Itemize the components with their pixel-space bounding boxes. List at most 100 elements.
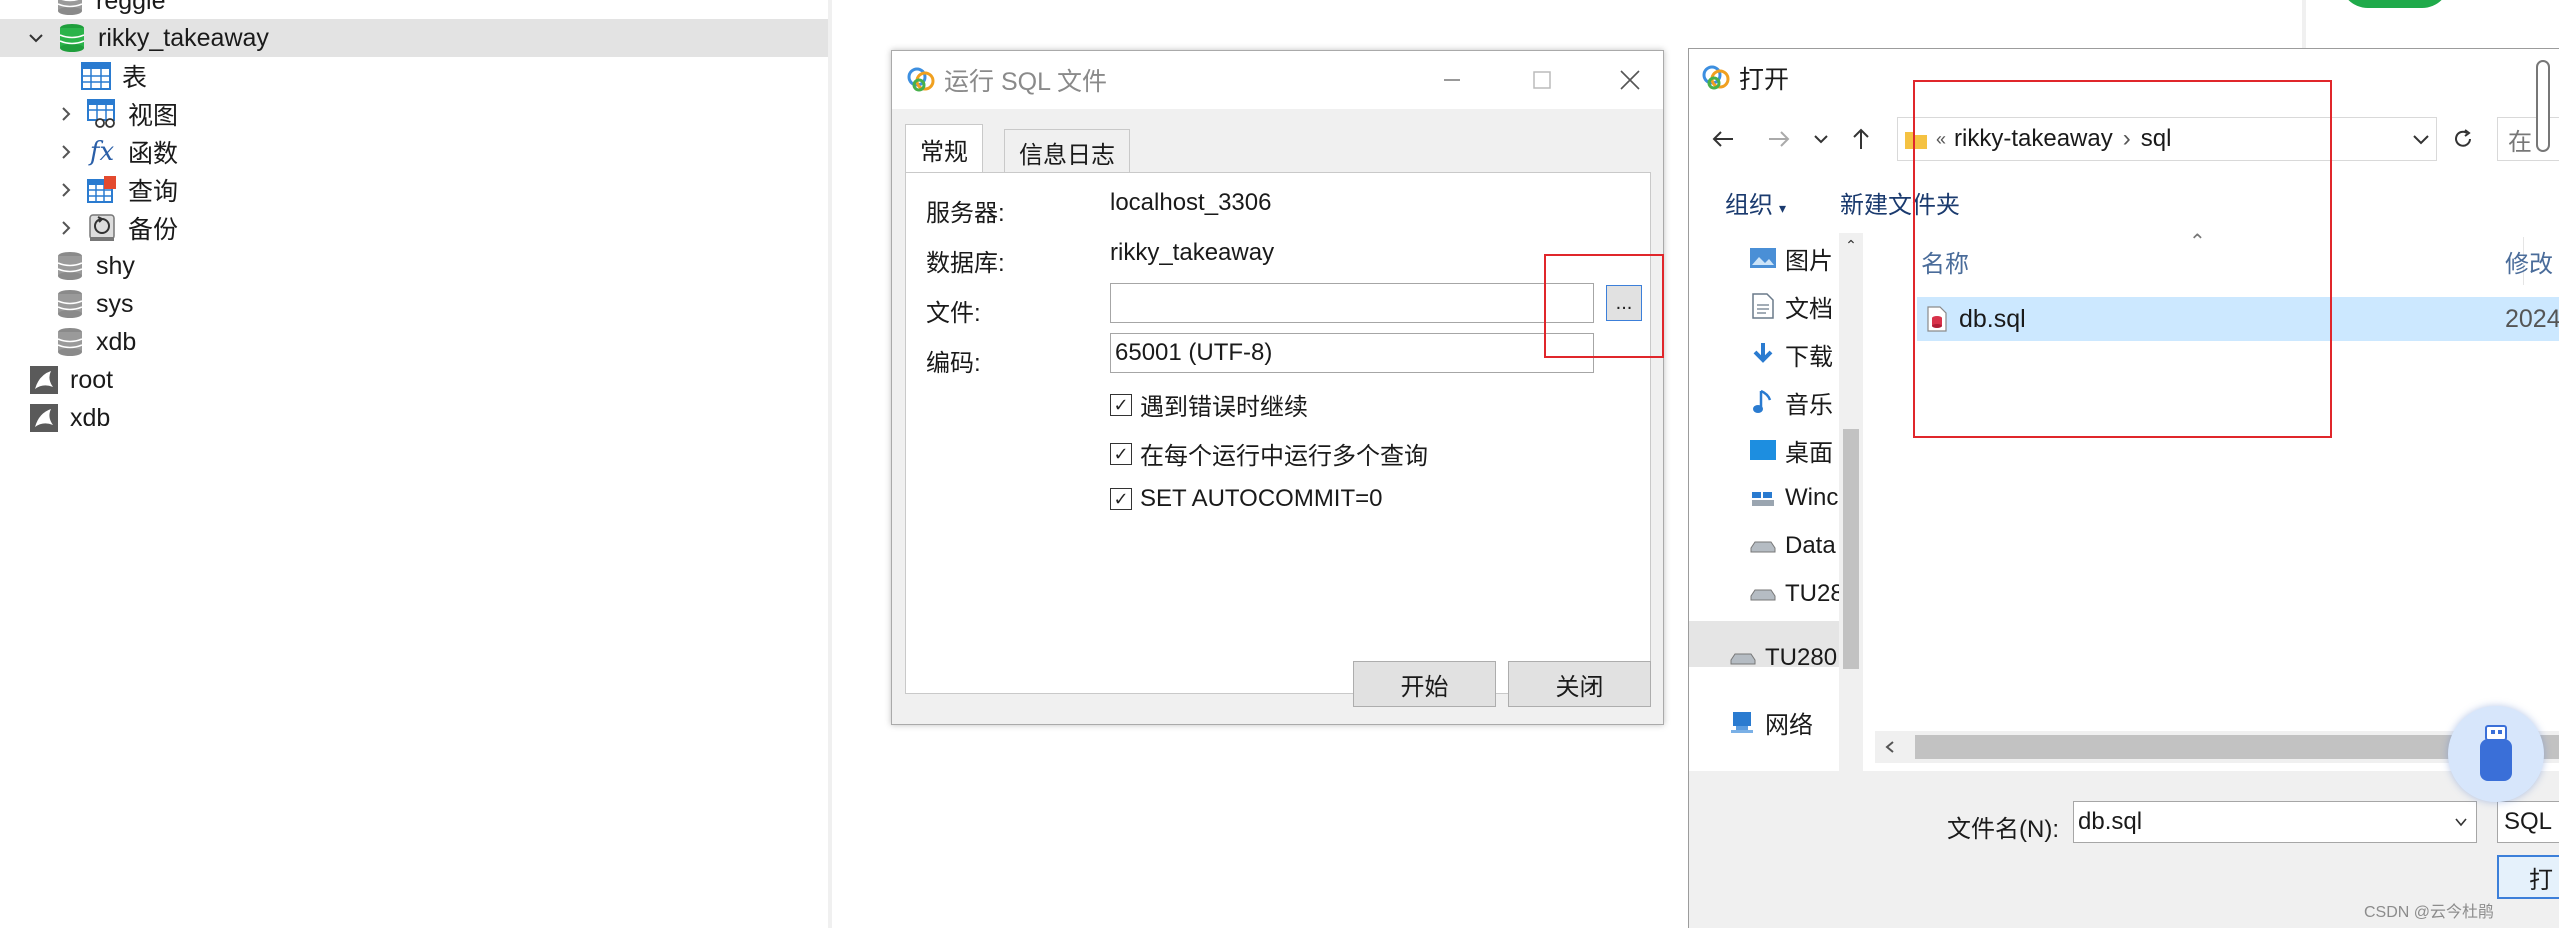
encoding-select[interactable]: 65001 (UTF-8) <box>1110 333 1594 373</box>
scroll-up-icon[interactable]: ⌃ <box>1839 233 1863 257</box>
tree-item-shy[interactable]: shy <box>54 247 135 285</box>
open-button[interactable]: 打 <box>2497 855 2559 899</box>
chevron-down-icon[interactable] <box>26 28 46 48</box>
tree-item-label: reggie <box>96 0 166 15</box>
search-placeholder: 在 <box>2508 128 2532 156</box>
tree-item-label: xdb <box>96 327 137 356</box>
tree-item-queries[interactable]: 查询 <box>56 171 178 209</box>
autocommit-option[interactable]: ✓ SET AUTOCOMMIT=0 <box>1110 485 1383 513</box>
nav-item-tu280-drive[interactable]: TU280 <box>1729 635 1837 681</box>
back-arrow-icon[interactable] <box>1703 119 1743 159</box>
view-icon <box>86 98 118 130</box>
tree-item-views[interactable]: 视图 <box>56 95 178 133</box>
nav-item-documents[interactable]: 文档 <box>1749 283 1833 329</box>
nav-item-network[interactable]: 网络 <box>1729 699 1813 745</box>
database-icon <box>54 0 86 17</box>
tree-item-label: sys <box>96 289 134 318</box>
refresh-icon[interactable] <box>2443 119 2483 159</box>
tree-item-functions[interactable]: fx 函数 <box>56 133 178 171</box>
chevron-right-icon[interactable] <box>56 218 76 238</box>
nav-item-windows-drive[interactable]: Winc <box>1749 475 1838 521</box>
tree-item-label: root <box>70 365 114 394</box>
nav-scrollbar-thumb[interactable] <box>1843 429 1859 669</box>
organize-label: 组织 <box>1725 191 1773 219</box>
close-icon[interactable] <box>1610 61 1650 99</box>
forward-arrow-icon[interactable] <box>1759 119 1799 159</box>
database-value: rikky_takeaway <box>1110 239 1275 266</box>
file-path-input[interactable] <box>1110 283 1594 323</box>
chevron-right-icon[interactable] <box>56 104 76 124</box>
server-label: 服务器: <box>926 200 1005 227</box>
decorative-shape <box>2340 0 2450 8</box>
close-button[interactable]: 关闭 <box>1508 661 1651 707</box>
tree-item-xdb-connection[interactable]: xdb <box>28 399 110 437</box>
nav-item-desktop[interactable]: 桌面 <box>1749 427 1833 473</box>
database-icon <box>54 250 86 282</box>
tree-item-label: shy <box>96 251 135 280</box>
tree-item-root-connection[interactable]: root <box>28 361 113 399</box>
highlight-annotation <box>1913 80 2332 438</box>
chevron-right-icon[interactable] <box>56 142 76 162</box>
nav-item-data-drive[interactable]: Data <box>1749 523 1836 569</box>
nav-item-label: TU28 <box>1785 580 1844 607</box>
filename-value: db.sql <box>2078 808 2143 835</box>
tree-item-backups[interactable]: 备份 <box>56 209 178 247</box>
tab-info-log[interactable]: 信息日志 <box>1004 129 1130 175</box>
music-icon <box>1749 388 1777 416</box>
chevron-down-icon: ▾ <box>1779 199 1787 216</box>
usb-drive-icon[interactable] <box>2448 706 2544 802</box>
nav-item-label: 桌面 <box>1785 439 1833 467</box>
column-header-modified[interactable]: 修改 <box>2505 244 2553 279</box>
nav-item-tu28-drive[interactable]: TU28 <box>1749 571 1844 617</box>
documents-icon <box>1749 292 1777 320</box>
option-label: 在每个运行中运行多个查询 <box>1140 443 1428 470</box>
option-label: SET AUTOCOMMIT=0 <box>1140 485 1383 512</box>
tree-item-tables[interactable]: 表 <box>80 57 147 95</box>
nav-item-label: 图片 <box>1785 247 1833 275</box>
tab-general[interactable]: 常规 <box>905 124 983 174</box>
scroll-left-icon[interactable] <box>1877 733 1903 761</box>
up-arrow-icon[interactable] <box>1841 119 1881 159</box>
nav-item-music[interactable]: 音乐 <box>1749 379 1833 425</box>
file-type-select[interactable]: SQL <box>2497 801 2559 843</box>
start-button[interactable]: 开始 <box>1353 661 1496 707</box>
navigation-tree: reggie rikky_takeaway 表 视图 fx 函数 查询 备份 s… <box>0 0 828 928</box>
general-tab-panel: 服务器: localhost_3306 数据库: rikky_takeaway … <box>905 172 1651 694</box>
chevron-right-icon[interactable] <box>56 180 76 200</box>
tree-item-label: rikky_takeaway <box>98 23 269 52</box>
tree-item-label: 查询 <box>128 178 179 206</box>
dialog-title: 运行 SQL 文件 <box>944 68 1107 96</box>
continue-on-error-option[interactable]: ✓ 遇到错误时继续 <box>1110 387 1308 422</box>
tree-item-label: 函数 <box>128 140 179 168</box>
drive-icon <box>1729 644 1757 672</box>
checkbox-checked-icon[interactable]: ✓ <box>1110 393 1132 416</box>
dialog-title-bar[interactable]: 运行 SQL 文件 <box>892 51 1663 109</box>
checkbox-checked-icon[interactable]: ✓ <box>1110 442 1132 465</box>
drive-icon <box>1749 484 1777 512</box>
organize-menu[interactable]: 组织 ▾ <box>1725 185 1786 220</box>
database-label: 数据库: <box>926 250 1005 277</box>
tree-item-label: 视图 <box>128 102 179 130</box>
database-open-icon <box>56 22 88 54</box>
minimize-button[interactable] <box>1432 61 1472 99</box>
tree-item-xdb-database[interactable]: xdb <box>54 323 136 361</box>
chevron-down-icon[interactable] <box>2412 133 2430 145</box>
file-modified: 2024 <box>2505 304 2559 333</box>
chevron-down-icon[interactable] <box>2454 817 2468 827</box>
pictures-icon <box>1749 244 1777 272</box>
watermark: CSDN @云今杜鹃 <box>2364 904 2495 921</box>
tree-item-label: 表 <box>122 64 148 92</box>
desktop-icon <box>1749 436 1777 464</box>
panel-divider[interactable] <box>828 0 832 928</box>
recent-locations-chevron-icon[interactable] <box>1807 121 1835 157</box>
filename-input[interactable]: db.sql <box>2073 801 2477 843</box>
tree-item-reggie[interactable]: reggie <box>54 0 166 20</box>
checkbox-checked-icon[interactable]: ✓ <box>1110 488 1132 510</box>
multiple-queries-option[interactable]: ✓ 在每个运行中运行多个查询 <box>1110 436 1428 471</box>
nav-item-pictures[interactable]: 图片 <box>1749 235 1833 281</box>
tree-item-rikky-takeaway[interactable]: rikky_takeaway <box>0 19 828 57</box>
navicat-logo-icon <box>1701 63 1731 93</box>
tree-item-sys[interactable]: sys <box>54 285 134 323</box>
nav-item-downloads[interactable]: 下载 <box>1749 331 1833 377</box>
drive-icon <box>1749 532 1777 560</box>
